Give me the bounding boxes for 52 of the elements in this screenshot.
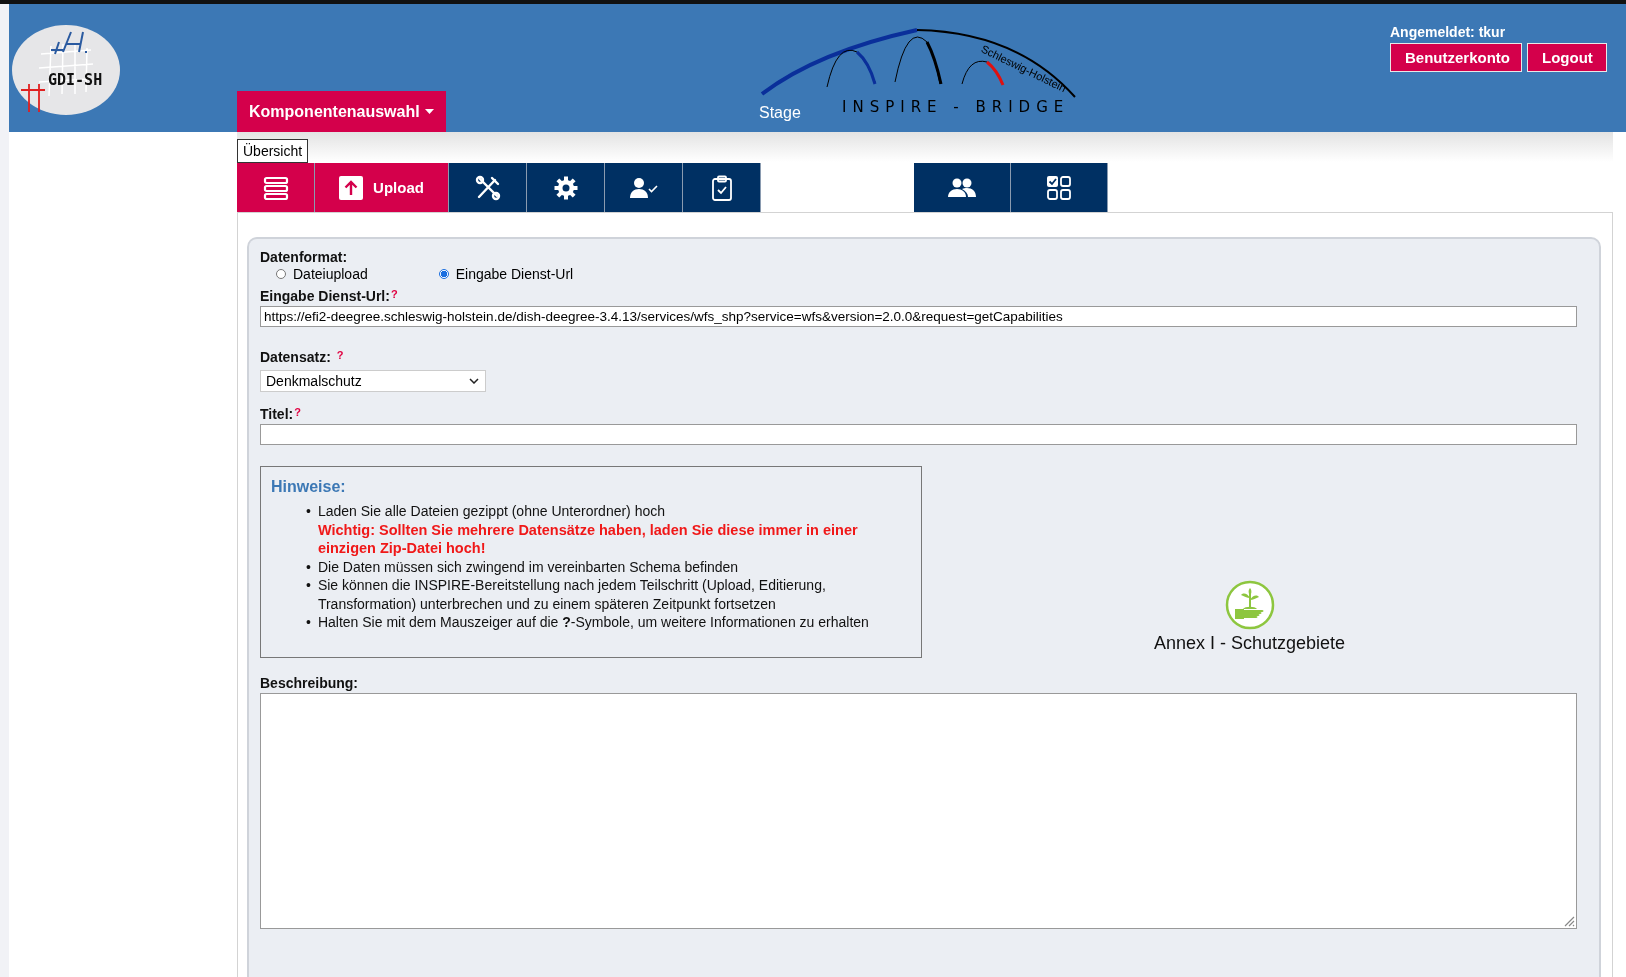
note-text: Halten Sie mit dem Mauszeiger auf die ?-Symbole, um weitere Informationen zu erhalten — [317, 613, 869, 632]
clipboard-icon — [710, 174, 733, 201]
environment-label: Stage — [759, 104, 801, 122]
radio-label: Dateiupload — [293, 266, 368, 282]
note-text: Sie können die INSPIRE-Bereitstellung nach jedem Teilschritt (Upload, Editierung, Transformation) unterbrechen und zu einem späteren Zeitpunkt fortsetzen — [317, 576, 827, 613]
warning-text: Wichtig: Sollten Sie mehrere Datensätze haben, laden Sie diese immer in einer einzigen Zip-Datei hoch! — [317, 520, 859, 558]
tab[interactable] — [914, 163, 1011, 212]
header-button[interactable]: Benutzerkonto — [1390, 43, 1522, 72]
upload-icon — [339, 175, 364, 200]
plant-hand-icon — [1224, 580, 1275, 630]
input-field[interactable] — [260, 424, 1577, 445]
tab[interactable] — [449, 163, 527, 212]
users-icon — [948, 177, 976, 198]
tab[interactable] — [527, 163, 605, 212]
theme-label: Annex I - Schutzgebiete — [1153, 633, 1346, 654]
logo-text: GDI-SH — [48, 71, 103, 89]
field-label: Beschreibung: — [260, 675, 359, 691]
tooltip: Übersicht — [237, 139, 309, 163]
caret-icon — [424, 108, 434, 115]
grid-icon — [1046, 174, 1072, 201]
tools-icon — [474, 174, 501, 201]
user-label: Angemeldet: tkur — [1390, 24, 1507, 40]
bullet: • — [306, 613, 311, 632]
bullet: • — [306, 576, 311, 595]
note-text: Laden Sie alle Dateien gezippt (ohne Unterordner) hoch — [317, 502, 667, 521]
radio-button[interactable] — [276, 269, 286, 279]
bullet: • — [306, 557, 311, 576]
tab[interactable]: Upload — [315, 163, 449, 212]
component-menu-button[interactable]: Komponentenauswahl — [237, 91, 446, 132]
radio-button[interactable] — [438, 269, 449, 279]
chevron-icon — [469, 378, 479, 384]
field-label: Titel: — [260, 406, 294, 422]
radio-option[interactable]: Dateiupload — [276, 266, 368, 282]
input-field[interactable]: https://efi2-deegree.schleswig-holstein.de/dish-deegree-3.4.13/services/wfs_shp?service=wfs&version=2.0.0&request=getCapabilities — [260, 306, 1577, 327]
field-label: Eingabe Dienst-Url: — [260, 288, 390, 304]
notes-title: Hinweise: — [271, 478, 346, 495]
help-mark[interactable]: ? — [390, 288, 398, 300]
note-text: Die Daten müssen sich zwingend im vereinbarten Schema befinden — [317, 557, 739, 576]
tab[interactable] — [683, 163, 761, 212]
help-mark[interactable]: ? — [336, 349, 344, 361]
settings-icon — [552, 174, 579, 201]
bullet: • — [306, 502, 311, 521]
user-check-icon — [629, 176, 658, 199]
tab[interactable] — [1011, 163, 1108, 212]
field-label: Datenformat: — [260, 249, 349, 265]
field-label: Datensatz: — [260, 349, 331, 365]
resize-grip-icon — [1563, 915, 1575, 927]
header-button[interactable]: Logout — [1527, 43, 1607, 72]
dropdown[interactable]: Denkmalschutz — [260, 370, 486, 392]
server-icon — [262, 175, 289, 200]
tab[interactable] — [605, 163, 683, 212]
help-mark[interactable]: ? — [294, 406, 301, 418]
